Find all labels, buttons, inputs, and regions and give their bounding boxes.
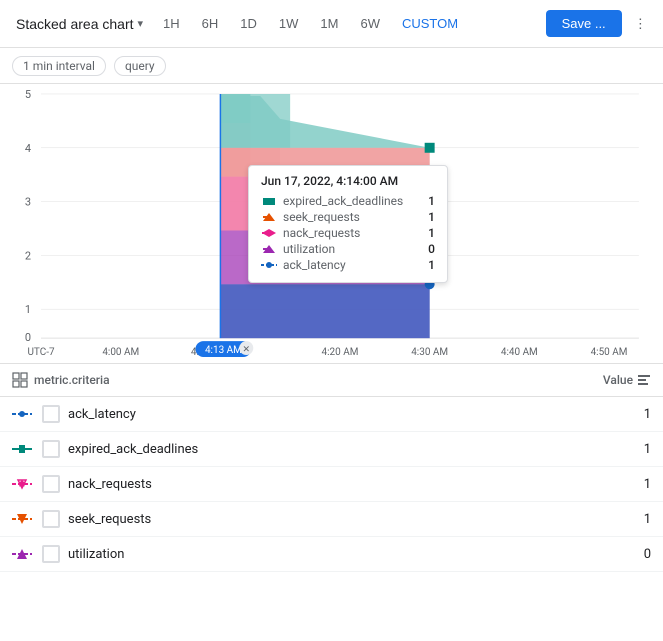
tooltip-val-ack: 1 — [428, 258, 435, 272]
expired-ack-row-icon — [12, 443, 36, 455]
metric-column-label: metric.criteria — [34, 373, 110, 387]
ack-latency-label: ack_latency — [68, 407, 591, 422]
utilization-value: 0 — [591, 547, 651, 562]
ack-latency-checkbox[interactable] — [42, 405, 60, 423]
svg-text:3: 3 — [25, 196, 31, 209]
tooltip-val-nack: 1 — [428, 226, 435, 240]
tooltip-row-nack: nack_requests 1 — [261, 226, 435, 240]
tooltip-label-expired: expired_ack_deadlines — [283, 194, 422, 208]
time-1m-button[interactable]: 1M — [312, 12, 346, 35]
seek-req-checkbox[interactable] — [42, 510, 60, 528]
svg-text:4:40 AM: 4:40 AM — [501, 347, 538, 358]
tooltip-date: Jun 17, 2022, 4:14:00 AM — [261, 174, 435, 188]
table-row[interactable]: ack_latency 1 — [0, 397, 663, 432]
tooltip-row-ack: ack_latency 1 — [261, 258, 435, 272]
svg-text:4:20 AM: 4:20 AM — [322, 347, 359, 358]
tooltip: Jun 17, 2022, 4:14:00 AM expired_ack_dea… — [248, 165, 448, 283]
time-6h-button[interactable]: 6H — [194, 12, 227, 35]
chart-title-label: Stacked area chart — [16, 16, 134, 32]
query-chip[interactable]: query — [114, 56, 166, 76]
utilization-icon — [261, 244, 277, 254]
metric-grid-icon — [12, 372, 28, 388]
svg-text:4:50 AM: 4:50 AM — [591, 347, 628, 358]
chart-title-button[interactable]: Stacked area chart ▾ — [10, 12, 149, 36]
subheader: 1 min interval query — [0, 48, 663, 84]
svg-text:✕: ✕ — [243, 345, 251, 355]
utilization-checkbox[interactable] — [42, 545, 60, 563]
time-1w-button[interactable]: 1W — [271, 12, 307, 35]
time-1h-button[interactable]: 1H — [155, 12, 188, 35]
tooltip-label-seek: seek_requests — [283, 210, 422, 224]
ack-latency-icon — [261, 260, 277, 270]
nack-req-value: 1 — [591, 477, 651, 492]
svg-text:4:00 AM: 4:00 AM — [102, 347, 139, 358]
svg-text:2: 2 — [25, 249, 31, 262]
metrics-table: metric.criteria Value ack_latency 1 — [0, 364, 663, 641]
tooltip-val-expired: 1 — [428, 194, 435, 208]
expired-ack-label: expired_ack_deadlines — [68, 442, 591, 457]
dropdown-icon: ▾ — [138, 17, 144, 30]
time-6w-button[interactable]: 6W — [352, 12, 388, 35]
tooltip-label-utilization: utilization — [283, 242, 422, 256]
seek-req-row-icon — [12, 513, 36, 525]
tooltip-row-utilization: utilization 0 — [261, 242, 435, 256]
seek-req-label: seek_requests — [68, 512, 591, 527]
table-row[interactable]: nack_requests 1 — [0, 467, 663, 502]
nack-req-checkbox[interactable] — [42, 475, 60, 493]
seek-req-value: 1 — [591, 512, 651, 527]
svg-text:UTC-7: UTC-7 — [27, 347, 54, 358]
ack-latency-value: 1 — [591, 407, 651, 422]
expired-ack-checkbox[interactable] — [42, 440, 60, 458]
time-custom-button[interactable]: CUSTOM — [394, 12, 466, 35]
seek-req-icon — [261, 212, 277, 222]
svg-text:5: 5 — [25, 88, 31, 101]
table-header: metric.criteria Value — [0, 364, 663, 397]
utilization-label: utilization — [68, 547, 591, 562]
value-column-label: Value — [603, 373, 633, 387]
svg-text:4:13 AM: 4:13 AM — [205, 345, 242, 356]
value-column-header: Value — [591, 373, 651, 387]
svg-text:0: 0 — [25, 331, 31, 344]
expired-ack-value: 1 — [591, 442, 651, 457]
svg-text:4: 4 — [25, 142, 31, 155]
table-row[interactable]: seek_requests 1 — [0, 502, 663, 537]
expired-ack-icon — [261, 196, 277, 206]
save-button[interactable]: Save ... — [546, 10, 622, 37]
column-options-icon[interactable] — [637, 373, 651, 387]
utilization-row-icon — [12, 548, 36, 560]
metric-column-header: metric.criteria — [12, 372, 591, 388]
nack-req-row-icon — [12, 478, 36, 490]
table-row[interactable]: expired_ack_deadlines 1 — [0, 432, 663, 467]
svg-text:4:30 AM: 4:30 AM — [411, 347, 448, 358]
toolbar: Stacked area chart ▾ 1H 6H 1D 1W 1M 6W C… — [0, 0, 663, 48]
nack-req-label: nack_requests — [68, 477, 591, 492]
more-options-button[interactable]: ⋮ — [628, 12, 653, 36]
time-1d-button[interactable]: 1D — [232, 12, 265, 35]
tooltip-val-seek: 1 — [428, 210, 435, 224]
tooltip-row-seek: seek_requests 1 — [261, 210, 435, 224]
svg-text:1: 1 — [25, 303, 31, 316]
interval-chip[interactable]: 1 min interval — [12, 56, 106, 76]
nack-req-icon — [261, 228, 277, 238]
tooltip-label-nack: nack_requests — [283, 226, 422, 240]
tooltip-label-ack: ack_latency — [283, 258, 422, 272]
tooltip-row-expired: expired_ack_deadlines 1 — [261, 194, 435, 208]
tooltip-val-utilization: 0 — [428, 242, 435, 256]
ack-latency-row-icon — [12, 408, 36, 420]
table-row[interactable]: utilization 0 — [0, 537, 663, 572]
